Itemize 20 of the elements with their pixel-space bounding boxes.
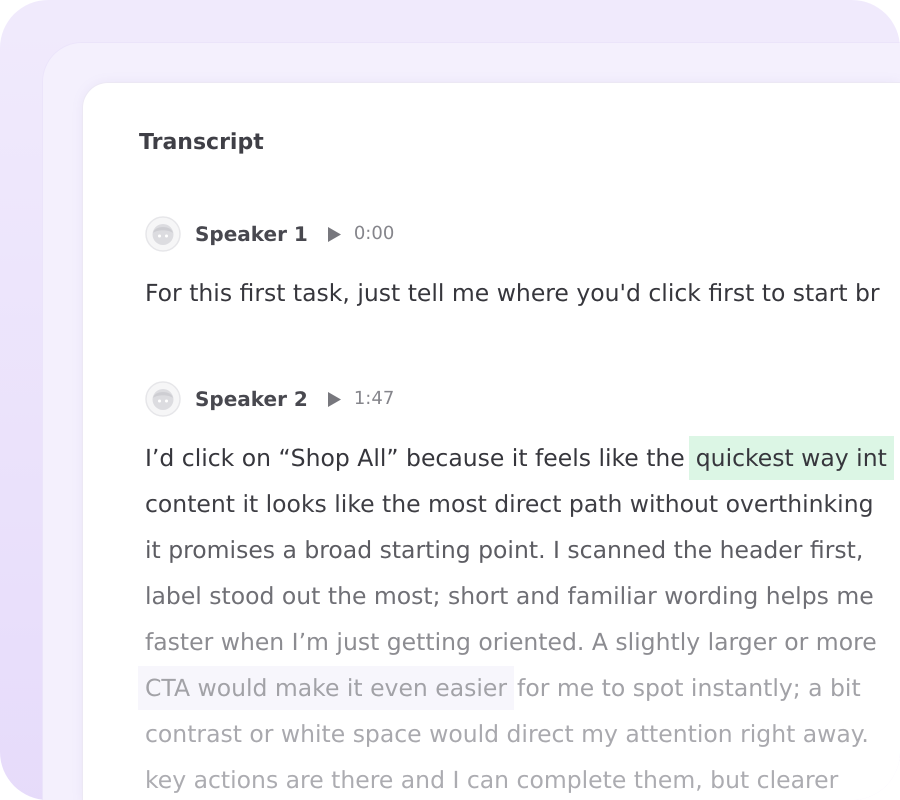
section-title: Transcript (139, 129, 264, 157)
speaker-name: Speaker 1 (195, 221, 308, 248)
transcript-text: contrast or white space would direct my attention right away. (145, 722, 869, 746)
transcript-text: faster when I’m just getting oriented. A slightly larger or more (145, 630, 877, 654)
timestamp: 1:47 (354, 387, 394, 411)
transcript-text: for me to spot instantly; a bit (517, 676, 861, 700)
timestamp: 0:00 (354, 222, 394, 246)
speaker-name: Speaker 2 (195, 386, 308, 413)
avatar-icon (145, 381, 181, 417)
avatar-icon (145, 216, 181, 252)
transcript-text: I’d click on “Shop All” because it feels like the (145, 446, 685, 470)
transcript-text: content it looks like the most direct path without overthinking (145, 492, 874, 516)
play-icon[interactable] (328, 392, 341, 406)
play-icon[interactable] (328, 226, 341, 242)
transcript-text: it promises a broad starting point. I scanned the header first, (145, 538, 864, 562)
highlighted-text: quickest way int (688, 436, 894, 480)
transcript-text: label stood out the most; short and familiar wording helps me (145, 584, 874, 608)
transcript-text: For this first task, just tell me where you'd click first to start br (145, 281, 880, 305)
transcript-text: key actions are there and I can complete them, but clearer (145, 768, 838, 792)
highlighted-text: CTA would make it even easier (138, 666, 514, 710)
